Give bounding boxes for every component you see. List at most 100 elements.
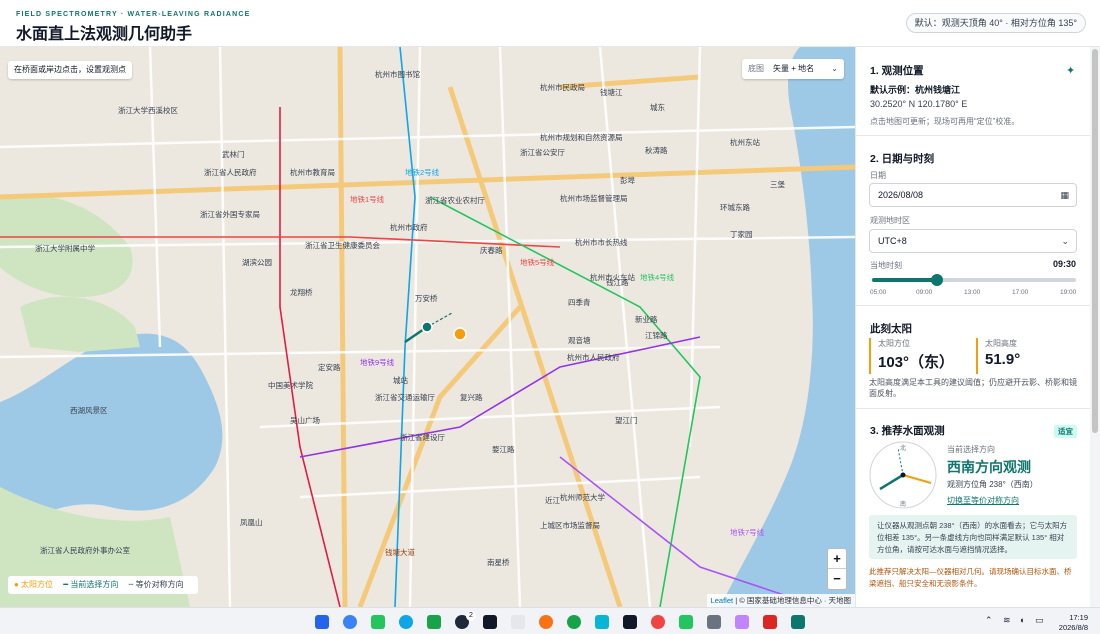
chat-icon[interactable] [371,615,385,629]
recommend-direction: 西南方向观测 [947,459,1031,475]
zotero-icon[interactable] [511,615,525,629]
map-place-label: 望江门 [615,416,638,425]
compass-north: 北 [900,444,906,452]
browser-icon[interactable] [343,615,357,629]
status-badge: 适宜 [1054,425,1077,438]
date-input[interactable]: 2026/08/08 ▦ [869,183,1077,207]
date-label: 日期 [870,171,886,180]
app-icon[interactable] [679,615,693,629]
time-tick: 09:00 [916,289,933,296]
map-place-label: 城站 [393,376,408,385]
terminal-icon[interactable] [483,615,497,629]
app-icon[interactable] [735,615,749,629]
recommend-caption: 当前选择方向 [947,445,995,454]
switch-symmetric-link[interactable]: 切换至等价对称方向 [947,495,1019,506]
section-title-recommend: 3. 推荐水面观测 [870,425,945,437]
zoom-out-button[interactable]: − [828,569,846,589]
metro-label: 地铁1号线 [350,195,385,204]
time-slider-fill [872,278,938,282]
time-label: 当地时刻 [870,261,902,270]
clock[interactable]: 17:19 2026/8/8 [1059,613,1088,633]
search-icon[interactable] [399,615,413,629]
map-place-label: 杭州东站 [730,138,760,147]
map-place-label: 丁家园 [730,230,753,239]
map-basemap [0,47,855,607]
default-location: 默认示例：杭州钱塘江 [870,85,961,95]
app-icon[interactable] [707,615,721,629]
battery-icon[interactable]: ▭ [1035,615,1044,626]
zoom-in-button[interactable]: + [828,549,846,569]
section-title-sun: 此刻太阳 [870,323,912,335]
map-place-label: 城东 [650,103,665,112]
clock-time: 17:19 [1069,613,1088,622]
map-place-label: 浙江大学西溪校区 [118,106,178,115]
app-header: FIELD SPECTROMETRY · WATER-LEAVING RADIA… [0,0,1100,47]
start-icon[interactable] [315,615,329,629]
map-place-label: 江锦路 [645,331,668,340]
location-coordinates: 30.2520° N 120.1780° E [870,99,968,109]
app-icon[interactable] [623,615,637,629]
chevron-down-icon: ⌄ [831,64,838,73]
app-icon[interactable] [567,615,581,629]
metro-label: 地铁7号线 [730,528,765,537]
major-road [337,47,348,607]
map-attribution: Leaflet | © 国家基础地理信息中心 · 天地图 [706,594,855,607]
app-icon[interactable] [427,615,441,629]
metro-label: 地铁5号线 [520,258,555,267]
app-title: 水面直上法观测几何助手 [16,26,193,43]
timezone-value: UTC+8 [878,236,907,246]
map-place-label: 浙江省农业农村厅 [425,196,485,205]
map-place-label: 西湖风景区 [70,406,108,415]
sun-elevation-label: 太阳高度 [985,339,1017,348]
map-place-label: 杭州市火车站 [590,273,635,282]
leaflet-link[interactable]: Leaflet [711,596,734,605]
map-place-label: 浙江省外国专家局 [200,210,260,219]
map-place-label: 浙江省卫生健康委员会 [305,241,380,250]
map-place-label: 彭埠 [620,176,635,185]
basemap-layer-select[interactable]: 底图 矢量 + 地名 ⌄ [742,59,844,79]
map-place-label: 定安路 [318,363,341,372]
map-place-label: 湖滨公园 [242,258,272,267]
time-tick: 13:00 [964,289,981,296]
wifi-icon[interactable]: ≋ [1003,615,1011,626]
map-place-label: 杭州市人民政府 [567,353,620,362]
sun-elevation-stat: 太阳高度 51.9° [976,338,1074,374]
app-icon[interactable] [539,615,553,629]
map-place-label: 武林门 [222,150,245,159]
chevron-up-icon[interactable]: ⌃ [985,615,993,626]
panel-scrollbar[interactable] [1090,47,1100,607]
map-place-label: 杭州市规划和自然资源局 [540,133,623,142]
time-slider[interactable] [872,274,1076,286]
recommend-note: 让仪器从观测点朝 238°（西南）的水面看去；它与太阳方位相差 135°。另一条… [869,515,1077,559]
map-place-label: 秋涛路 [645,146,668,155]
map-view[interactable]: 杭州市图书馆 浙江大学西溪校区 杭州市民政局 武林门 杭州市教育局 浙江省人民政… [0,47,855,607]
map-place-label: 杭州市政府 [390,223,428,232]
speaker-icon[interactable]: ◖ [1019,615,1024,625]
app-eyebrow: FIELD SPECTROMETRY · WATER-LEAVING RADIA… [16,11,251,18]
time-value: 09:30 [1052,259,1076,269]
map-place-label: 三堡 [770,180,785,189]
observer-marker [421,321,433,333]
basemap-label: 底图 [748,64,764,73]
chevron-down-icon: ⌄ [1061,236,1069,246]
timezone-select[interactable]: UTC+8 ⌄ [869,229,1077,253]
app-icon[interactable] [763,615,777,629]
map-place-label: 杭州市图书馆 [375,70,420,79]
map-place-label: 浙江省人民政府 [204,168,257,177]
time-slider-thumb[interactable] [931,274,944,286]
map-place-label: 杭州市教育局 [290,168,335,177]
map-place-label: 新业路 [635,315,658,324]
time-tick: 17:00 [1012,289,1029,296]
folder-icon[interactable] [595,615,609,629]
app-icon[interactable] [791,615,805,629]
app-icon[interactable] [651,615,665,629]
park-area [20,296,140,352]
map-place-label: 龙翔桥 [290,288,313,297]
map-place-label: 婺江路 [492,445,515,454]
sun-marker [453,327,467,341]
map-place-label: 庆春路 [480,246,503,255]
scrollbar-thumb[interactable] [1092,49,1098,433]
sparkle-icon[interactable]: ✦ [1066,64,1075,77]
metro-label: 地铁4号线 [640,273,675,282]
calendar-icon: ▦ [1060,190,1069,200]
